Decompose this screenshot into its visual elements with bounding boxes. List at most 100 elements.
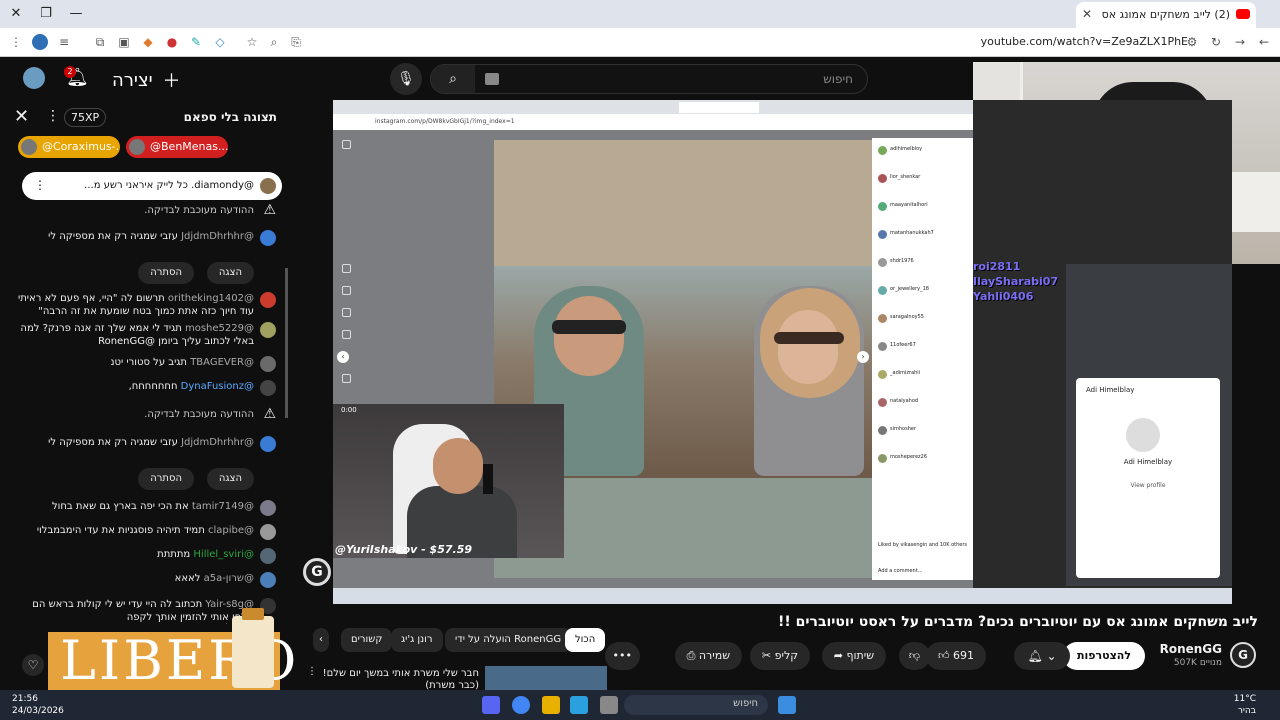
forward-icon[interactable]: → <box>1232 34 1248 50</box>
notification-settings-button[interactable]: 🔔︎ ⌄ <box>1014 642 1070 670</box>
url-text[interactable]: youtube.com/watch?v=Ze9aZLX1PhE <box>981 35 1188 48</box>
author-name[interactable]: @moshe5229 <box>185 323 254 334</box>
avatar[interactable] <box>260 292 276 308</box>
author-name[interactable]: @oritheking1402 <box>168 293 254 304</box>
show-button[interactable]: הצגה <box>206 262 254 284</box>
profile-icon[interactable] <box>32 34 48 50</box>
xp-badge[interactable]: 75XP <box>64 108 107 127</box>
chevron-left-icon[interactable]: ‹ <box>313 628 329 652</box>
close-window-icon[interactable]: ✕ <box>6 4 26 24</box>
author-name[interactable]: @clapibe <box>208 525 254 536</box>
liked-by: Liked by vikasengin and 10K others <box>878 542 967 548</box>
file-explorer-icon[interactable] <box>600 696 618 714</box>
voice-search-icon[interactable]: 🎙︎ <box>390 63 422 95</box>
author-name[interactable]: @Hillel_sviri <box>193 549 254 560</box>
avatar[interactable] <box>260 524 276 540</box>
avatar[interactable] <box>260 322 276 338</box>
app-icon[interactable] <box>542 696 560 714</box>
author-name[interactable]: @שרון-a5a <box>204 573 254 584</box>
bookmark-star-icon[interactable]: ☆ <box>244 34 260 50</box>
comment-user: natalyahod <box>890 398 919 404</box>
more-options-icon[interactable]: ⋮ <box>307 666 317 677</box>
save-button[interactable]: ⎙ שמירה <box>674 642 742 670</box>
video-player[interactable]: instagram.com/p/DW8kvGbIGj1/?img_index=1… <box>303 100 1232 604</box>
taskbar-search[interactable]: חיפוש <box>624 695 768 715</box>
author-name[interactable]: @tamir7149 <box>192 501 254 512</box>
chip-ronen-gig[interactable]: רונן ג'יג <box>391 628 443 652</box>
search-input[interactable]: ⌕ חיפוש <box>430 64 868 94</box>
windows-start-icon[interactable] <box>778 696 796 714</box>
avatar[interactable] <box>260 380 276 396</box>
avatar[interactable] <box>260 572 276 588</box>
related-video-item[interactable]: חבר שלי משרת אותי במשך יום שלם! (כבר משר… <box>299 666 609 691</box>
menu-dots-icon[interactable]: ⋮ <box>8 34 24 50</box>
heart-icon[interactable]: ♡ <box>22 654 44 676</box>
comment-user: simhosher <box>890 426 916 432</box>
author-name[interactable]: @JdjdmDhrhhr <box>181 437 254 448</box>
close-icon[interactable]: ✕ <box>14 106 29 127</box>
pinned-message[interactable]: ⋮ @diamondy. כל לייק איראני רשע מ... <box>22 172 282 200</box>
chrome-icon[interactable] <box>512 696 530 714</box>
avatar[interactable] <box>260 548 276 564</box>
like-button[interactable]: 👍︎ 691 <box>926 642 986 670</box>
comment-user: maayanitalhori <box>890 202 928 208</box>
avatar[interactable] <box>260 436 276 452</box>
maximize-icon[interactable]: ❐ <box>36 4 56 24</box>
minimize-icon[interactable]: — <box>66 4 86 24</box>
site-settings-icon[interactable]: ⚙ <box>1184 34 1200 50</box>
show-button[interactable]: הצגה <box>206 468 254 490</box>
chat-mode-title[interactable]: תצוגה בלי ספאם <box>184 110 277 124</box>
hide-button[interactable]: הסתרה <box>138 262 194 284</box>
zoom-icon[interactable]: ⌕ <box>266 34 282 50</box>
avatar[interactable] <box>23 67 45 89</box>
author-name[interactable]: @JdjdmDhrhhr <box>181 231 254 242</box>
extension-icon[interactable]: ◆ <box>140 34 156 50</box>
avatar[interactable] <box>260 230 276 246</box>
author-name[interactable]: @DynaFusionz <box>181 381 254 392</box>
search-icon[interactable]: ⌕ <box>431 65 475 93</box>
chat-chip[interactable]: @BenMenas... <box>126 136 228 158</box>
held-message-notice: ⚠ ההודעה מעוכבת לבדיקה. <box>8 406 278 422</box>
share-button[interactable]: ➦ שיתוף <box>821 642 886 670</box>
inner-tab <box>679 102 759 113</box>
avatar[interactable] <box>260 356 276 372</box>
overlay-user: Yahli0406 <box>973 290 1034 303</box>
extensions-puzzle-icon[interactable]: ⧉ <box>92 34 108 50</box>
more-options-icon[interactable]: ⋮ <box>46 108 60 124</box>
more-options-icon[interactable]: ⋮ <box>34 178 46 192</box>
browser-tab[interactable]: ✕ (2) לייב משחקים אמונג אס <box>1076 2 1256 28</box>
stream-chat-overlay: roi2811 IlaySharabi07 Yahli0406 <box>973 260 1093 330</box>
discord-icon[interactable] <box>482 696 500 714</box>
keyboard-icon[interactable] <box>485 73 499 85</box>
clip-button[interactable]: ✂ קליפ <box>749 642 810 670</box>
message-text: לאאא <box>174 573 201 584</box>
author-name[interactable]: @TBAGEVER <box>190 357 254 368</box>
subscribe-button[interactable]: להצטרפות <box>1062 642 1145 670</box>
channel-avatar[interactable]: G <box>1230 642 1256 668</box>
telegram-icon[interactable] <box>570 696 588 714</box>
chip-related[interactable]: קשורים <box>341 628 393 652</box>
hide-button[interactable]: הסתרה <box>138 468 194 490</box>
channel-name[interactable]: RonenGG <box>1160 642 1222 656</box>
back-icon[interactable]: ← <box>1256 34 1272 50</box>
chat-chip[interactable]: @Coraximus-... <box>18 136 120 158</box>
weather[interactable]: 11°C בהיר <box>1234 693 1256 717</box>
extension-icon[interactable]: ● <box>164 34 180 50</box>
extension-icon[interactable]: ◇ <box>212 34 228 50</box>
tab-close-icon[interactable]: ✕ <box>1082 7 1092 21</box>
extension-icon[interactable]: ≡ <box>56 34 72 50</box>
reload-icon[interactable]: ↻ <box>1208 34 1224 50</box>
extension-icon[interactable]: ✎ <box>188 34 204 50</box>
chip-all[interactable]: הכול <box>565 628 606 652</box>
extension-icon[interactable]: ▣ <box>116 34 132 50</box>
chip-uploaded-by[interactable]: הועלה על ידי RonenGG <box>445 628 572 652</box>
chat-scrollbar[interactable] <box>285 268 288 418</box>
dislike-button[interactable]: 👎︎ <box>898 642 930 670</box>
message-body: @Yair-s8g תכתוב לה היי עדי יש לי קולות ב… <box>8 598 254 624</box>
subscriber-count: 507K מנויים <box>1173 658 1222 668</box>
avatar[interactable] <box>260 500 276 516</box>
create-button[interactable]: יצירה ＋ <box>106 67 180 93</box>
install-icon[interactable]: ⎘ <box>288 34 304 50</box>
thumbs-down-icon: 👎︎ <box>908 649 920 662</box>
inner-tab <box>595 102 675 113</box>
